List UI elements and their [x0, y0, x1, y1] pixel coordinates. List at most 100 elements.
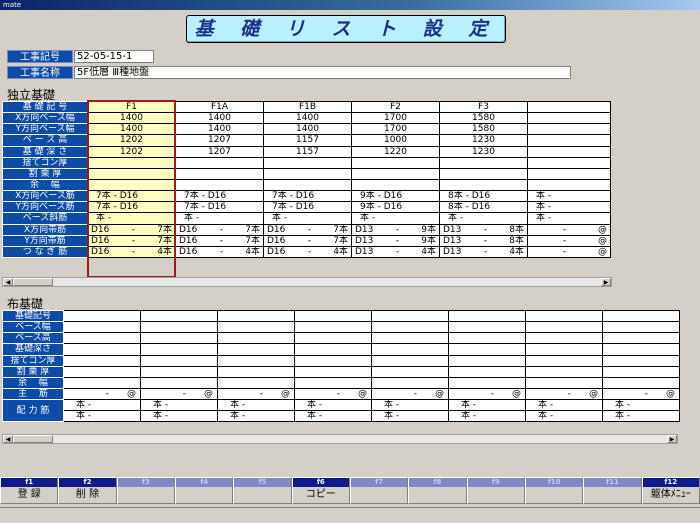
- grid-cell[interactable]: 7本 - D16: [87, 190, 176, 203]
- grid-cell[interactable]: 1400: [175, 112, 264, 125]
- grid-cell[interactable]: [63, 354, 141, 367]
- grid-cell[interactable]: - @: [217, 387, 295, 401]
- grid-cell[interactable]: [527, 178, 611, 192]
- grid-cell[interactable]: 1230: [439, 145, 528, 158]
- grid-cell[interactable]: D13 - 4本: [439, 245, 528, 258]
- grid-cell[interactable]: D16 - 4本: [87, 245, 176, 258]
- scroll-left-icon[interactable]: ◀: [3, 435, 13, 443]
- scroll-right-icon[interactable]: ▶: [601, 278, 611, 286]
- grid-cell[interactable]: 本 -: [448, 410, 526, 423]
- grid-cell[interactable]: 本 -: [527, 212, 611, 225]
- grid-cell[interactable]: 1400: [263, 112, 352, 125]
- grid-cell[interactable]: [448, 343, 526, 356]
- grid-cell[interactable]: [87, 178, 176, 192]
- grid-cell[interactable]: [527, 156, 611, 169]
- grid-cell[interactable]: 本 -: [294, 399, 372, 412]
- grid-cell[interactable]: 1202: [87, 134, 176, 147]
- grid-cell[interactable]: 1400: [87, 123, 176, 136]
- grid-cell[interactable]: D16 - 7本: [263, 234, 352, 247]
- grid-cell[interactable]: [140, 376, 218, 389]
- grid-cell[interactable]: 本 -: [527, 190, 611, 203]
- grid-cell[interactable]: [371, 365, 449, 378]
- grid-cell[interactable]: [448, 332, 526, 345]
- grid-cell[interactable]: 本 -: [294, 410, 372, 423]
- scroll-left-icon[interactable]: ◀: [3, 278, 13, 286]
- function-key-f9[interactable]: f9: [466, 477, 525, 504]
- grid-cell[interactable]: [294, 376, 372, 389]
- function-key-f10[interactable]: f10: [524, 477, 584, 504]
- grid-cell[interactable]: 本 -: [263, 212, 352, 225]
- grid-cell[interactable]: D16 - 7本: [87, 223, 176, 236]
- isolated-horizontal-scrollbar[interactable]: ◀ ▶: [2, 277, 612, 287]
- grid-cell[interactable]: 7本 - D16: [175, 190, 264, 203]
- column-header[interactable]: F1A: [175, 100, 264, 114]
- function-key-f8[interactable]: f8: [408, 477, 467, 504]
- grid-cell[interactable]: [525, 309, 603, 323]
- grid-cell[interactable]: 1400: [263, 123, 352, 136]
- grid-cell[interactable]: [439, 167, 528, 180]
- grid-cell[interactable]: [217, 354, 295, 367]
- grid-cell[interactable]: [371, 332, 449, 345]
- grid-cell[interactable]: 本 -: [140, 399, 218, 412]
- grid-cell[interactable]: [351, 178, 440, 192]
- grid-cell[interactable]: [217, 365, 295, 378]
- grid-cell[interactable]: D13 - 8本: [439, 234, 528, 247]
- grid-cell[interactable]: 本 -: [525, 410, 603, 423]
- grid-cell[interactable]: [371, 354, 449, 367]
- grid-cell[interactable]: [140, 354, 218, 367]
- function-key-f3[interactable]: f3: [116, 477, 175, 504]
- grid-cell[interactable]: D13 - 8本: [439, 223, 528, 236]
- grid-cell[interactable]: 1220: [351, 145, 440, 158]
- grid-cell[interactable]: [371, 376, 449, 389]
- grid-cell[interactable]: 9本 - D16: [351, 190, 440, 203]
- grid-cell[interactable]: 本 -: [140, 410, 218, 423]
- grid-cell[interactable]: [294, 365, 372, 378]
- grid-cell[interactable]: [63, 343, 141, 356]
- function-key-f6[interactable]: f6 コピー: [291, 477, 350, 504]
- grid-cell[interactable]: D16 - 7本: [175, 223, 264, 236]
- grid-cell[interactable]: [371, 321, 449, 334]
- function-key-f4[interactable]: f4: [174, 477, 234, 504]
- grid-cell[interactable]: 7本 - D16: [87, 201, 176, 214]
- grid-cell[interactable]: 7本 - D16: [263, 201, 352, 214]
- column-header[interactable]: F1: [87, 100, 176, 114]
- grid-cell[interactable]: [294, 354, 372, 367]
- grid-cell[interactable]: [602, 332, 680, 345]
- grid-cell[interactable]: 1202: [87, 145, 176, 158]
- grid-cell[interactable]: [448, 365, 526, 378]
- grid-cell[interactable]: [175, 156, 264, 169]
- grid-cell[interactable]: [140, 332, 218, 345]
- grid-cell[interactable]: 1207: [175, 134, 264, 147]
- grid-cell[interactable]: 1400: [87, 112, 176, 125]
- grid-cell[interactable]: 本 -: [371, 399, 449, 412]
- grid-cell[interactable]: 本 -: [371, 410, 449, 423]
- grid-cell[interactable]: [525, 343, 603, 356]
- grid-cell[interactable]: 本 -: [527, 201, 611, 214]
- grid-cell[interactable]: [263, 167, 352, 180]
- grid-cell[interactable]: [525, 376, 603, 389]
- grid-cell[interactable]: 1157: [263, 145, 352, 158]
- grid-cell[interactable]: [351, 156, 440, 169]
- grid-cell[interactable]: [602, 343, 680, 356]
- grid-cell[interactable]: [294, 309, 372, 323]
- grid-cell[interactable]: [525, 332, 603, 345]
- grid-cell[interactable]: [63, 321, 141, 334]
- grid-cell[interactable]: 本 -: [439, 212, 528, 225]
- grid-cell[interactable]: [439, 156, 528, 169]
- grid-cell[interactable]: 1230: [439, 134, 528, 147]
- grid-cell[interactable]: [140, 343, 218, 356]
- grid-cell[interactable]: [448, 309, 526, 323]
- grid-cell[interactable]: [448, 354, 526, 367]
- grid-cell[interactable]: [87, 167, 176, 180]
- grid-cell[interactable]: 1157: [263, 134, 352, 147]
- grid-cell[interactable]: [525, 354, 603, 367]
- grid-cell[interactable]: - @: [602, 387, 680, 401]
- grid-cell[interactable]: D16 - 7本: [87, 234, 176, 247]
- function-key-f1[interactable]: f1 登 録: [0, 477, 59, 504]
- grid-cell[interactable]: 8本 - D16: [439, 190, 528, 203]
- grid-cell[interactable]: [63, 365, 141, 378]
- project-code-field[interactable]: 52-05-15-1: [74, 50, 154, 63]
- grid-cell[interactable]: [527, 167, 611, 180]
- grid-cell[interactable]: 本 -: [63, 410, 141, 423]
- project-name-field[interactable]: 5F低層 Ⅲ種地盤: [74, 66, 571, 79]
